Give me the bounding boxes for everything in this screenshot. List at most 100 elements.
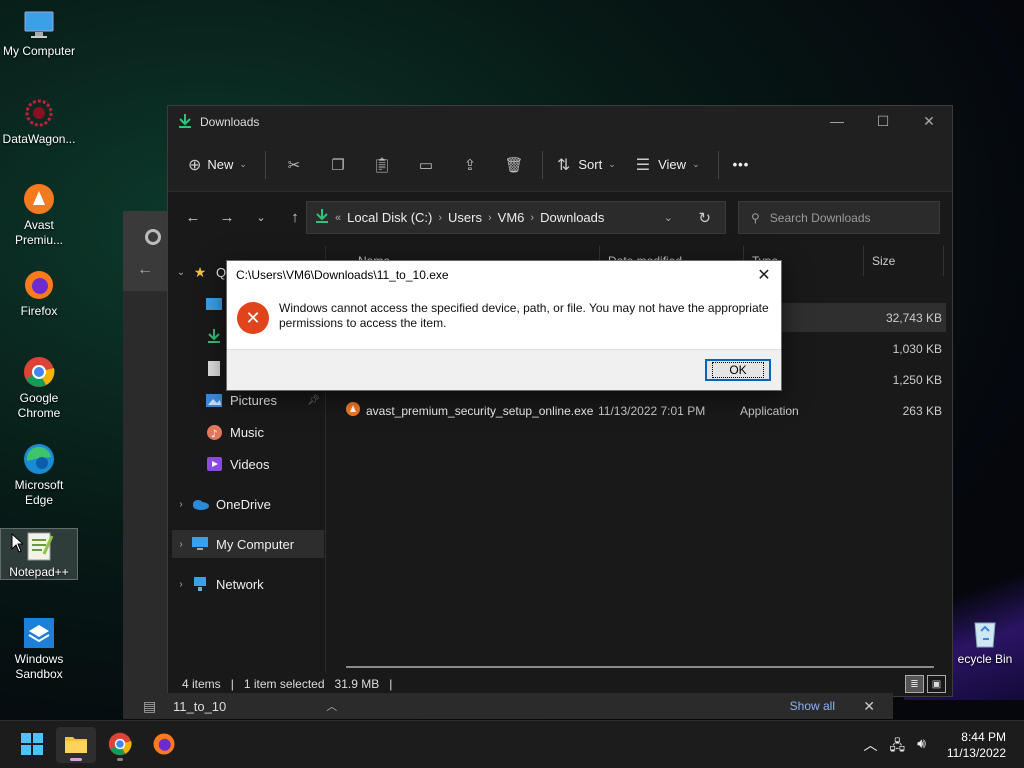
- more-options-button[interactable]: •••: [725, 149, 758, 181]
- network-icon[interactable]: 🖧︎: [890, 735, 906, 759]
- sidebar-item-onedrive[interactable]: › OneDrive: [172, 490, 324, 518]
- desktop-icon-label: ecycle Bin: [957, 652, 1013, 666]
- sidebar-item-music[interactable]: ♪ Music: [172, 418, 324, 446]
- sort-button[interactable]: ⇅ Sort ⌄: [549, 149, 624, 181]
- desktop-icon-my-computer[interactable]: My Computer: [0, 8, 78, 59]
- file-row[interactable]: avast_premium_security_setup_online.exe …: [336, 396, 946, 425]
- chevron-down-icon: ⌄: [256, 211, 266, 224]
- status-separator: |: [389, 677, 393, 691]
- back-button[interactable]: ←: [176, 202, 210, 232]
- refresh-icon[interactable]: ↻: [698, 209, 711, 227]
- taskbar-firefox[interactable]: [144, 727, 184, 763]
- sidebar-item-label: My Computer: [216, 536, 295, 552]
- chevron-down-icon: ⌄: [608, 159, 616, 169]
- desktop-icon-recycle-bin[interactable]: ecycle Bin: [946, 616, 1024, 667]
- svg-text:♪: ♪: [211, 429, 217, 440]
- chevron-right-icon[interactable]: ›: [172, 539, 190, 550]
- chevron-up-icon[interactable]: ︿: [326, 698, 337, 714]
- active-indicator: [70, 758, 82, 761]
- desktop-icon-label: My Computer: [2, 44, 76, 58]
- address-dropdown-icon[interactable]: ⌄: [664, 211, 673, 224]
- chevron-right-icon[interactable]: ›: [530, 212, 534, 224]
- item-count: 4 items: [182, 677, 221, 691]
- chevron-down-icon: ⌄: [239, 159, 247, 169]
- firefox-icon: [22, 268, 56, 302]
- recycle-bin-icon: [968, 616, 1002, 650]
- paste-button[interactable]: 📋︎: [360, 149, 404, 181]
- maximize-button[interactable]: ☐: [860, 106, 906, 136]
- desktop-icon-edge[interactable]: Microsoft Edge: [0, 442, 78, 508]
- close-icon[interactable]: ✕: [863, 698, 875, 715]
- taskbar-chrome[interactable]: [100, 727, 140, 763]
- forward-button[interactable]: →: [210, 202, 244, 232]
- chevron-down-icon[interactable]: ⌄: [172, 267, 190, 278]
- chevron-right-icon[interactable]: ›: [172, 499, 190, 510]
- trash-icon: 🗑︎: [504, 156, 524, 174]
- cut-button[interactable]: ✂: [272, 149, 316, 181]
- show-all-link[interactable]: Show all: [790, 699, 835, 713]
- sidebar-item-my-computer[interactable]: › My Computer: [172, 530, 324, 558]
- view-button[interactable]: ☰ View ⌄: [628, 149, 708, 181]
- breadcrumb-downloads[interactable]: Downloads: [540, 210, 604, 225]
- chevron-up-icon[interactable]: ︿: [864, 735, 878, 759]
- download-item-name[interactable]: 11_to_10: [173, 699, 226, 714]
- pin-icon[interactable]: 📌︎: [307, 395, 320, 406]
- scissors-icon: ✂: [287, 156, 301, 174]
- tiles-view-button[interactable]: ▣: [927, 675, 946, 693]
- column-header-size[interactable]: Size: [864, 246, 944, 276]
- breadcrumb-users[interactable]: Users: [448, 210, 482, 225]
- arrow-right-icon: →: [219, 208, 235, 226]
- divider: [717, 150, 719, 179]
- window-titlebar[interactable]: Downloads — ☐ ✕: [168, 106, 952, 138]
- dialog-close-button[interactable]: ✕: [753, 264, 775, 286]
- horizontal-scrollbar[interactable]: [346, 666, 934, 668]
- details-view-button[interactable]: ≣: [905, 675, 924, 693]
- sidebar-item-videos[interactable]: Videos: [172, 450, 324, 478]
- address-bar[interactable]: « Local Disk (C:) › Users › VM6 › Downlo…: [306, 201, 726, 234]
- sidebar-item-label: OneDrive: [216, 496, 271, 512]
- sidebar-item-label: Videos: [230, 456, 270, 472]
- datawagon-icon: [22, 96, 56, 130]
- copy-button[interactable]: ❐: [316, 149, 360, 181]
- sidebar-item-network[interactable]: › Network: [172, 570, 324, 598]
- overflow-chevron-icon[interactable]: «: [335, 212, 341, 224]
- desktop-icon-chrome[interactable]: Google Chrome: [0, 355, 78, 421]
- volume-icon[interactable]: 🔊︎: [917, 735, 926, 759]
- back-arrow-icon[interactable]: ←: [137, 261, 153, 279]
- desktop-icon-avast[interactable]: Avast Premiu...: [0, 182, 78, 248]
- desktop-icon-label: Google Chrome: [17, 391, 61, 420]
- minimize-button[interactable]: —: [814, 106, 860, 136]
- error-dialog: C:\Users\VM6\Downloads\11_to_10.exe ✕ ✕ …: [226, 260, 782, 391]
- videos-icon: [204, 457, 224, 471]
- delete-button[interactable]: 🗑︎: [492, 149, 536, 181]
- file-name: avast_premium_security_setup_online.exe: [366, 403, 594, 418]
- breadcrumb-vm6[interactable]: VM6: [498, 210, 525, 225]
- star-icon: ★: [193, 263, 207, 280]
- chevron-right-icon[interactable]: ›: [438, 212, 442, 224]
- chevron-right-icon[interactable]: ›: [488, 212, 492, 224]
- search-icon: ⚲: [751, 210, 760, 225]
- share-button[interactable]: ⇪: [448, 149, 492, 181]
- desktop-icon-datawagon[interactable]: DataWagon...: [0, 96, 78, 147]
- cloud-icon: [190, 499, 210, 510]
- chevron-right-icon[interactable]: ›: [172, 579, 190, 590]
- monitor-icon: [22, 8, 56, 42]
- start-button[interactable]: [12, 727, 52, 763]
- new-button[interactable]: ⊕ New ⌄: [180, 149, 255, 181]
- file-date: 11/13/2022 7:01 PM: [598, 403, 706, 418]
- desktop-icon-label: Windows Sandbox: [14, 652, 64, 681]
- recent-locations-button[interactable]: ⌄: [244, 202, 278, 232]
- dialog-message: Windows cannot access the specified devi…: [279, 301, 769, 330]
- clock[interactable]: 8:44 PM 11/13/2022: [947, 729, 1006, 761]
- downloads-icon: [178, 113, 192, 132]
- taskbar-file-explorer[interactable]: [56, 727, 96, 763]
- file-explorer-window: Downloads — ☐ ✕ ⊕ New ⌄ ✂ ❐ 📋︎ ▭ ⇪ 🗑︎ ⇅ …: [167, 105, 953, 697]
- close-button[interactable]: ✕: [906, 106, 952, 136]
- windows-logo-icon: [21, 732, 43, 758]
- desktop-icon-firefox[interactable]: Firefox: [0, 268, 78, 319]
- breadcrumb-local-disk[interactable]: Local Disk (C:): [347, 210, 432, 225]
- desktop-icon-sandbox[interactable]: Windows Sandbox: [0, 616, 78, 682]
- search-input[interactable]: ⚲ Search Downloads: [738, 201, 940, 234]
- ok-button[interactable]: OK: [705, 359, 771, 381]
- rename-button[interactable]: ▭: [404, 149, 448, 181]
